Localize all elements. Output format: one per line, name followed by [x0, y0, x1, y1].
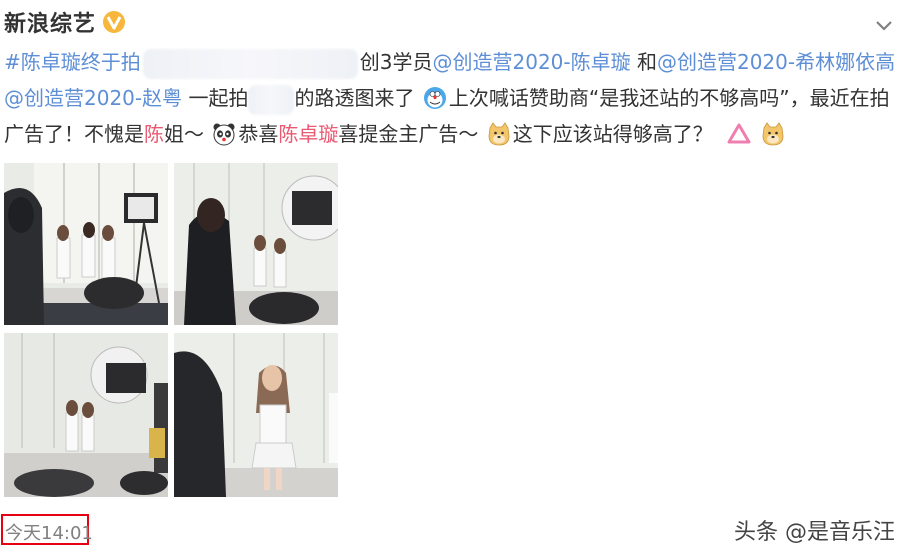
- post-text-segment: 姐～: [164, 122, 204, 146]
- post-text-segment: 创3学员: [359, 50, 433, 74]
- post-text-segment: 这下应该站得够高了？: [512, 122, 713, 146]
- author-name[interactable]: 新浪综艺: [4, 6, 96, 38]
- post-header: 新浪综艺: [4, 6, 126, 38]
- doraemon-icon: [423, 87, 446, 109]
- mention-link[interactable]: @创造营2020-希林娜依高: [657, 50, 895, 74]
- doge-icon: [488, 122, 510, 146]
- mention-link[interactable]: @创造营2020-陈卓璇: [433, 50, 631, 74]
- post-text-segment: 恭喜: [238, 122, 279, 146]
- hashtag-link[interactable]: #陈卓璇: [4, 50, 81, 74]
- post-text-segment: 一起拍: [182, 86, 249, 110]
- post-time[interactable]: 今天14:01: [5, 519, 93, 545]
- panda-icon: [213, 123, 235, 146]
- post-text-segment: 终于拍: [80, 50, 141, 74]
- watermark: 头条 @是音乐汪: [734, 520, 895, 545]
- post-text: #陈卓璇终于拍 创3学员@创造营2020-陈卓璇 和@创造营2020-希林娜依高 …: [4, 44, 899, 152]
- highlight-text: 陈卓璇: [278, 122, 339, 146]
- photo-2[interactable]: [174, 163, 338, 325]
- redacted-area: [248, 84, 295, 115]
- chevron-down-icon[interactable]: [873, 14, 895, 36]
- photo-4-image: [174, 333, 338, 497]
- post-text-segment: 和: [630, 50, 657, 74]
- photo-2-image: [174, 163, 338, 325]
- photo-4[interactable]: [174, 333, 338, 497]
- photo-3-image: [4, 333, 168, 497]
- verified-v-icon: [103, 11, 126, 33]
- photo-3[interactable]: [4, 333, 168, 497]
- highlight-text: 陈: [144, 122, 164, 146]
- triangle-icon: [727, 123, 751, 144]
- photo-1[interactable]: [4, 163, 168, 325]
- post-text-segment: 的路透图来了: [294, 86, 415, 110]
- photo-1-image: [4, 163, 168, 325]
- mention-link[interactable]: @创造营2020-赵粤: [4, 86, 182, 110]
- redacted-area: [142, 48, 358, 79]
- doge-icon: [763, 122, 784, 146]
- post-text-segment: 喜提金主广告～: [338, 122, 479, 146]
